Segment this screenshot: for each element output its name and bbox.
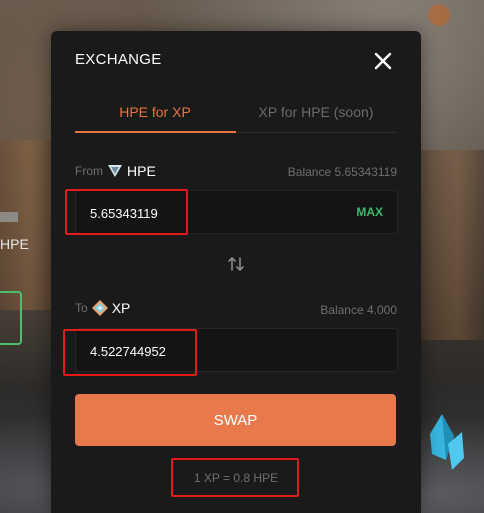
to-label: To <box>75 301 88 315</box>
background-bar <box>0 212 18 222</box>
max-button[interactable]: MAX <box>356 191 383 233</box>
to-amount-input[interactable] <box>88 329 332 373</box>
close-button[interactable] <box>371 49 395 73</box>
close-icon <box>374 52 392 70</box>
exchange-modal: EXCHANGE HPE for XP XP for HPE (soon) Fr… <box>51 31 421 513</box>
exchange-rate: 1 XP = 0.8 HPE <box>193 471 279 485</box>
exchange-tabs: HPE for XP XP for HPE (soon) <box>75 93 396 133</box>
background-wood-right <box>420 150 484 340</box>
modal-title: EXCHANGE <box>75 51 162 68</box>
from-label-row: From HPE <box>75 163 156 179</box>
background-green-box <box>0 291 22 345</box>
swap-vertical-icon[interactable] <box>227 255 245 273</box>
to-label-row: To XP <box>75 300 130 316</box>
tab-divider <box>236 132 396 133</box>
tab-xp-for-hpe[interactable]: XP for HPE (soon) <box>236 93 396 131</box>
background-gear <box>428 4 450 26</box>
to-token-name: XP <box>111 300 131 316</box>
from-amount-input[interactable] <box>88 191 332 235</box>
crystal-icon <box>430 414 464 470</box>
from-balance: Balance 5.65343119 <box>287 165 397 179</box>
xp-token-icon <box>91 300 108 316</box>
from-token-name: HPE <box>127 163 156 179</box>
background-hpe-text: HPE <box>0 236 29 252</box>
tab-hpe-for-xp[interactable]: HPE for XP <box>75 93 235 131</box>
swap-button[interactable]: SWAP <box>75 394 396 446</box>
active-tab-indicator <box>75 131 236 133</box>
from-input-container: MAX <box>75 190 398 235</box>
hpe-token-icon <box>108 165 122 177</box>
to-input-container <box>75 328 398 373</box>
to-balance: Balance 4.000 <box>320 303 397 317</box>
from-label: From <box>75 164 103 178</box>
